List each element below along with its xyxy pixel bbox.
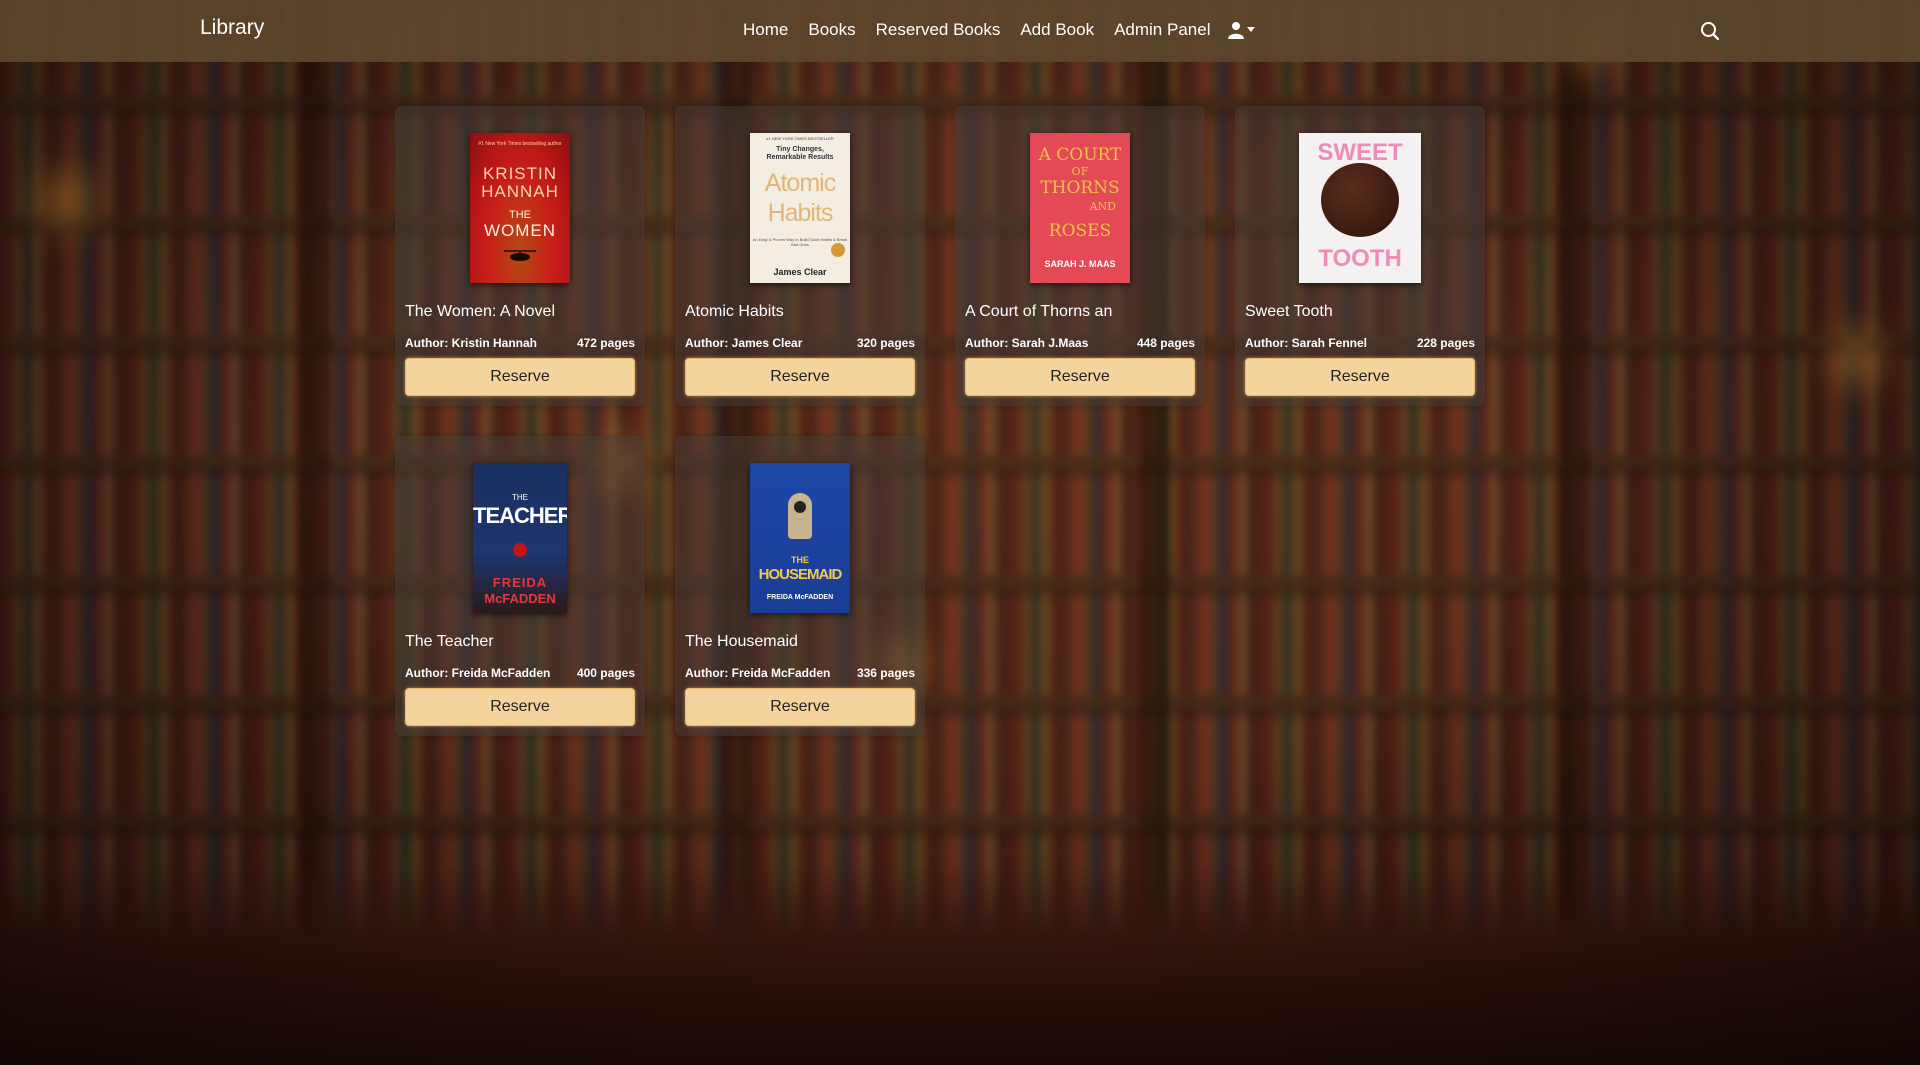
book-cover: THE TEACHER FREIDA McFADDEN bbox=[473, 463, 567, 613]
cover-title-the: THE bbox=[791, 555, 809, 565]
award-badge-icon bbox=[831, 243, 845, 257]
book-title[interactable]: A Court of Thorns an bbox=[965, 303, 1195, 321]
brand-link[interactable]: Library bbox=[200, 16, 264, 40]
nav-link-admin-panel[interactable]: Admin Panel bbox=[1114, 20, 1210, 40]
book-author: Author: Sarah J.Maas bbox=[965, 336, 1089, 350]
cover-subtitle-1: Tiny Changes, bbox=[776, 146, 824, 153]
cover-author-first: FREIDA bbox=[492, 575, 548, 590]
book-meta: Author: Sarah J.Maas 448 pages bbox=[965, 336, 1195, 350]
reserve-button[interactable]: Reserve bbox=[685, 688, 915, 726]
book-title[interactable]: Atomic Habits bbox=[685, 303, 915, 321]
keyhole-icon bbox=[788, 493, 812, 539]
search-icon bbox=[1701, 22, 1720, 41]
nav-link-reserved-books[interactable]: Reserved Books bbox=[876, 20, 1001, 40]
nav-link-books[interactable]: Books bbox=[808, 20, 855, 40]
nav-link-home[interactable]: Home bbox=[743, 20, 788, 40]
cover-subtitle-2: Remarkable Results bbox=[766, 154, 834, 161]
reserve-button[interactable]: Reserve bbox=[965, 358, 1195, 396]
cover-tagline: #1 NEW YORK TIMES BESTSELLER bbox=[766, 136, 834, 141]
book-meta: Author: James Clear 320 pages bbox=[685, 336, 915, 350]
book-cover: A COURT OF THORNS AND ROSES SARAH J. MAA… bbox=[1030, 133, 1130, 283]
book-author: Author: Freida McFadden bbox=[685, 666, 831, 680]
book-card: #1 New York Times bestselling author KRI… bbox=[395, 106, 645, 406]
book-card: THE HOUSEMAID FREIDA McFADDEN The Housem… bbox=[675, 436, 925, 736]
cover-title-2: OF bbox=[1071, 165, 1089, 178]
book-card: SWEET TOOTH Sweet Tooth Author: Sarah Fe… bbox=[1235, 106, 1485, 406]
cover-title-1: A COURT bbox=[1038, 145, 1122, 165]
reserve-button[interactable]: Reserve bbox=[405, 688, 635, 726]
book-pages: 320 pages bbox=[856, 336, 915, 350]
nav-links: Home Books Reserved Books Add Book Admin… bbox=[743, 20, 1230, 40]
cover-title-4: AND bbox=[1089, 200, 1116, 213]
cover-author-last: McFADDEN bbox=[484, 591, 556, 606]
user-icon bbox=[1228, 22, 1244, 39]
cover-author-first: KRISTIN bbox=[482, 164, 558, 183]
book-author: Author: Freida McFadden bbox=[405, 666, 551, 680]
book-meta: Author: Freida McFadden 336 pages bbox=[685, 666, 915, 680]
cover-title-the: THE bbox=[509, 209, 531, 221]
user-menu-toggle[interactable] bbox=[1228, 21, 1255, 39]
cover-title-1: Atomic bbox=[764, 169, 836, 197]
book-pages: 400 pages bbox=[576, 666, 635, 680]
cover-author-last: HANNAH bbox=[481, 182, 559, 201]
book-card: #1 NEW YORK TIMES BESTSELLER Tiny Change… bbox=[675, 106, 925, 406]
book-author: Author: Kristin Hannah bbox=[405, 336, 537, 350]
top-navbar: Library Home Books Reserved Books Add Bo… bbox=[0, 0, 1920, 62]
cover-author: SARAH J. MAAS bbox=[1044, 259, 1116, 269]
book-pages: 228 pages bbox=[1416, 336, 1475, 350]
book-meta: Author: Freida McFadden 400 pages bbox=[405, 666, 635, 680]
eye-icon bbox=[794, 501, 806, 513]
apple-icon bbox=[513, 543, 527, 557]
helicopter-icon bbox=[504, 250, 536, 261]
book-card: A COURT OF THORNS AND ROSES SARAH J. MAA… bbox=[955, 106, 1205, 406]
nav-link-add-book[interactable]: Add Book bbox=[1020, 20, 1094, 40]
book-pages: 336 pages bbox=[856, 666, 915, 680]
book-title[interactable]: The Women: A Novel bbox=[405, 303, 635, 321]
cover-author: FREIDA McFADDEN bbox=[766, 594, 834, 601]
cover-title-2: TOOTH bbox=[1318, 245, 1402, 272]
book-cover: #1 New York Times bestselling author KRI… bbox=[470, 133, 570, 283]
book-title[interactable]: The Housemaid bbox=[685, 633, 915, 651]
cover-title-the: THE bbox=[512, 493, 528, 502]
cover-title-word: HOUSEMAID bbox=[758, 566, 843, 583]
cover-tagline: #1 New York Times bestselling author bbox=[478, 141, 562, 147]
cover-title-word: TEACHER bbox=[473, 503, 567, 528]
book-cover: THE HOUSEMAID FREIDA McFADDEN bbox=[750, 463, 850, 613]
book-pages: 472 pages bbox=[576, 336, 635, 350]
search-button[interactable] bbox=[1700, 21, 1720, 46]
book-cover: SWEET TOOTH bbox=[1299, 133, 1421, 283]
cover-title-2: Habits bbox=[767, 199, 834, 227]
reserve-button[interactable]: Reserve bbox=[1245, 358, 1475, 396]
caret-down-icon bbox=[1247, 27, 1255, 32]
book-pages: 448 pages bbox=[1136, 336, 1195, 350]
cover-title-3: THORNS bbox=[1040, 178, 1120, 198]
cookie-icon bbox=[1321, 163, 1399, 237]
book-title[interactable]: Sweet Tooth bbox=[1245, 303, 1475, 321]
book-author: Author: James Clear bbox=[685, 336, 803, 350]
book-author: Author: Sarah Fennel bbox=[1245, 336, 1368, 350]
book-cover: #1 NEW YORK TIMES BESTSELLER Tiny Change… bbox=[750, 133, 850, 283]
reserve-button[interactable]: Reserve bbox=[405, 358, 635, 396]
book-title[interactable]: The Teacher bbox=[405, 633, 635, 651]
cover-title-word: WOMEN bbox=[483, 221, 557, 240]
book-card: THE TEACHER FREIDA McFADDEN The Teacher … bbox=[395, 436, 645, 736]
cover-author: James Clear bbox=[773, 267, 827, 277]
book-meta: Author: Sarah Fennel 228 pages bbox=[1245, 336, 1475, 350]
book-meta: Author: Kristin Hannah 472 pages bbox=[405, 336, 635, 350]
reserve-button[interactable]: Reserve bbox=[685, 358, 915, 396]
cover-title-5: ROSES bbox=[1048, 221, 1112, 241]
